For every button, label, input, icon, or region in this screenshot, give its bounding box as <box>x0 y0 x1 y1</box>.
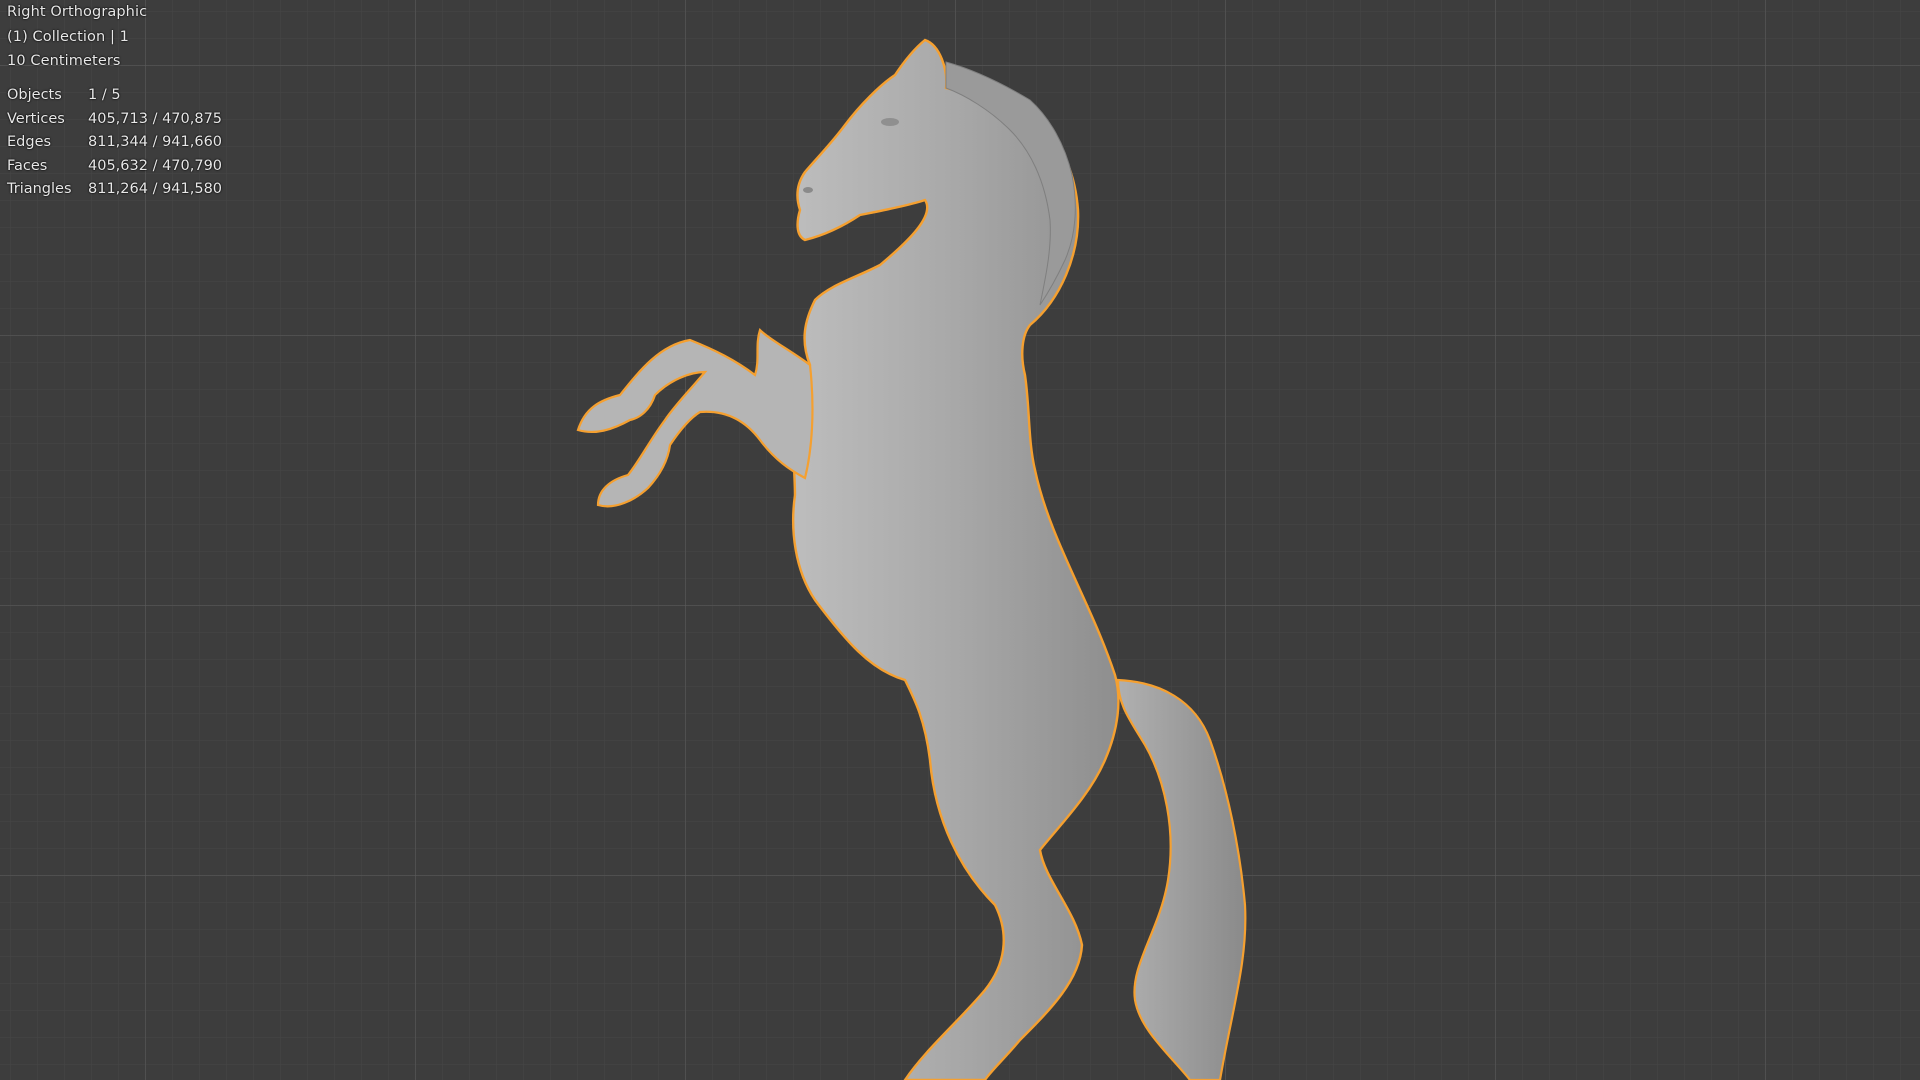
stat-label: Faces <box>7 157 48 174</box>
horse-eye <box>881 118 899 126</box>
3d-viewport[interactable]: Right Orthographic (1) Collection | 1 10… <box>0 0 1920 1080</box>
stat-faces: Faces 405,632 / 470,790 <box>7 155 222 179</box>
stat-label: Objects <box>7 87 62 103</box>
scale-label: 10 Centimeters <box>7 53 121 69</box>
stat-value: 405,713 / 470,875 <box>88 110 223 127</box>
collection-info: (1) Collection | 1 <box>7 28 129 45</box>
stat-label: Vertices <box>7 110 65 127</box>
stat-label: Triangles <box>7 181 72 197</box>
horse-model[interactable] <box>0 0 1920 1080</box>
stat-value: 1 / 5 <box>88 87 121 103</box>
stat-triangles: Triangles 811,264 / 941,580 <box>7 178 222 202</box>
stat-value: 811,264 / 941,580 <box>88 181 223 197</box>
stat-vertices: Vertices 405,713 / 470,875 <box>7 108 222 132</box>
horse-nostril <box>803 187 813 193</box>
viewport-info-overlay: Right Orthographic (1) Collection | 1 10… <box>7 0 147 74</box>
stat-edges: Edges 811,344 / 941,660 <box>7 131 222 155</box>
horse-front-legs <box>576 327 814 508</box>
scene-statistics: Objects 1 / 5 Vertices 405,713 / 470,875… <box>7 84 222 202</box>
view-name: Right Orthographic <box>7 4 148 20</box>
stat-value: 405,632 / 470,790 <box>88 157 223 174</box>
stat-label: Edges <box>7 134 52 150</box>
stat-value: 811,344 / 941,660 <box>88 134 223 150</box>
horse-tail <box>1116 678 1247 1080</box>
stat-objects: Objects 1 / 5 <box>7 84 222 108</box>
